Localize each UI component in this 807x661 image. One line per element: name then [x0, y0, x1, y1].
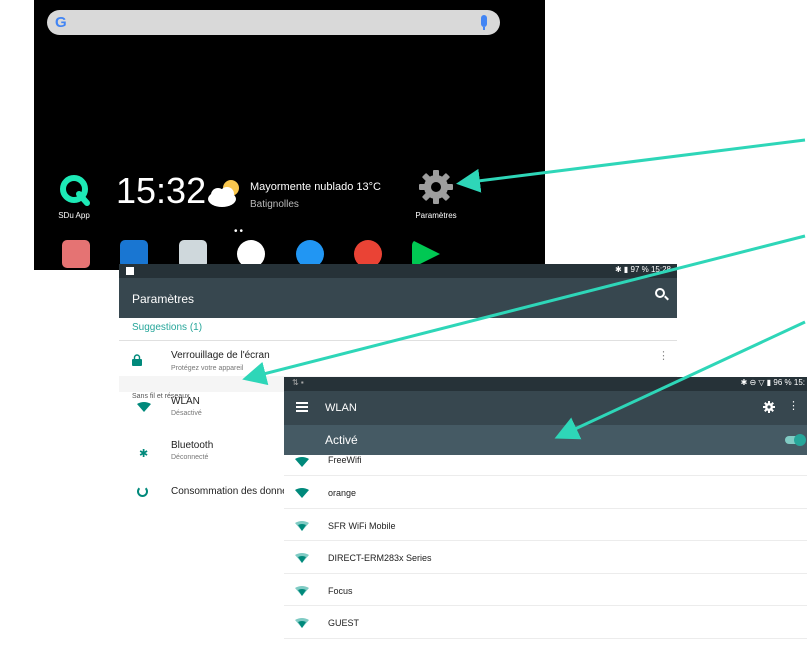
network-row[interactable]: FreeWifi: [284, 455, 807, 476]
collage: G SDu App 15:32 Mayormente nublado 13°C …: [0, 0, 807, 661]
network-row[interactable]: GUEST: [284, 606, 807, 639]
network-row[interactable]: orange: [284, 476, 807, 509]
network-name: Focus: [328, 585, 353, 596]
data-usage-item[interactable]: Consommation des données: [171, 486, 298, 497]
wlan-status: Désactivé: [171, 410, 202, 417]
wifi-signal-icon: [295, 488, 309, 498]
network-name: orange: [328, 488, 357, 498]
network-list: FreeWifi orange SFR WiFi Mobile DIRECT-E…: [284, 455, 807, 639]
settings-gear-icon[interactable]: [417, 168, 455, 206]
suggestions-header[interactable]: Suggestions (1): [132, 322, 202, 333]
network-name: GUEST: [328, 618, 360, 628]
clock-widget[interactable]: 15:32: [116, 170, 206, 212]
home-screen: G SDu App 15:32 Mayormente nublado 13°C …: [34, 0, 545, 270]
sdu-app-label: SDu App: [58, 211, 90, 220]
data-usage-icon: [137, 486, 148, 497]
page-indicator: ••: [234, 226, 246, 237]
wifi-master-switch-bar[interactable]: Activé: [284, 425, 807, 455]
wifi-lock-icon: [295, 585, 309, 596]
wifi-lock-icon: [295, 520, 309, 531]
settings-shortcut-label: Paramètres: [415, 211, 457, 220]
status-bar-info: ✱ ⊖ ▽ ▮ 96 % 15:: [740, 378, 805, 387]
microphone-icon[interactable]: [481, 15, 487, 30]
status-bar-info: ✱ ▮ 97 % 15:28: [614, 265, 671, 274]
settings-toolbar: Paramètres: [119, 278, 677, 318]
divider: [119, 340, 677, 341]
status-bar-left: ⇅ ▪: [292, 378, 304, 387]
status-bar: ✱ ▮ 97 % 15:28: [119, 264, 677, 278]
bluetooth-item[interactable]: Bluetooth: [171, 440, 213, 451]
network-row[interactable]: SFR WiFi Mobile: [284, 509, 807, 541]
wifi-signal-icon: [295, 457, 309, 467]
search-icon[interactable]: [655, 288, 665, 298]
network-row[interactable]: DIRECT-ERM283x Series: [284, 541, 807, 574]
network-name: SFR WiFi Mobile: [328, 520, 396, 531]
screen-lock-subtitle: Protégez votre appareil: [171, 365, 244, 372]
network-row[interactable]: Focus: [284, 574, 807, 606]
weather-description: Mayormente nublado 13°C: [250, 181, 381, 193]
wifi-active-label: Activé: [325, 433, 358, 447]
wlan-screen: ⇅ ▪ ✱ ⊖ ▽ ▮ 96 % 15: WLAN ⋮ Activé FreeW…: [284, 377, 807, 661]
gear-icon[interactable]: [763, 401, 775, 413]
wifi-lock-icon: [295, 553, 309, 563]
apps-folder-icon[interactable]: [62, 240, 90, 268]
bluetooth-icon: ✱: [139, 448, 149, 460]
google-search-bar[interactable]: G: [47, 10, 500, 35]
network-name: DIRECT-ERM283x Series: [328, 553, 432, 563]
network-name: FreeWifi: [328, 455, 362, 465]
status-bar: ⇅ ▪ ✱ ⊖ ▽ ▮ 96 % 15:: [284, 377, 807, 391]
bluetooth-status: Déconnecté: [171, 454, 209, 461]
page-title: WLAN: [325, 402, 357, 414]
sdu-app-icon[interactable]: [57, 173, 93, 209]
screen-lock-item[interactable]: Verrouillage de l'écran: [171, 350, 270, 361]
wlan-toolbar: WLAN ⋮: [284, 391, 807, 425]
menu-icon[interactable]: [296, 402, 308, 412]
lock-icon: [132, 354, 142, 366]
page-title: Paramètres: [132, 292, 195, 306]
partly-cloudy-icon[interactable]: [206, 177, 246, 209]
notification-icon: [126, 267, 134, 275]
wifi-lock-icon: [295, 618, 309, 628]
weather-location: Batignolles: [250, 199, 299, 210]
google-logo-icon: G: [55, 14, 67, 31]
wlan-item[interactable]: WLAN: [171, 396, 200, 407]
more-options-icon[interactable]: ⋮: [788, 399, 799, 412]
more-options-icon[interactable]: ⋮: [658, 349, 669, 362]
wifi-toggle[interactable]: [785, 434, 806, 446]
wifi-icon: [137, 402, 151, 412]
